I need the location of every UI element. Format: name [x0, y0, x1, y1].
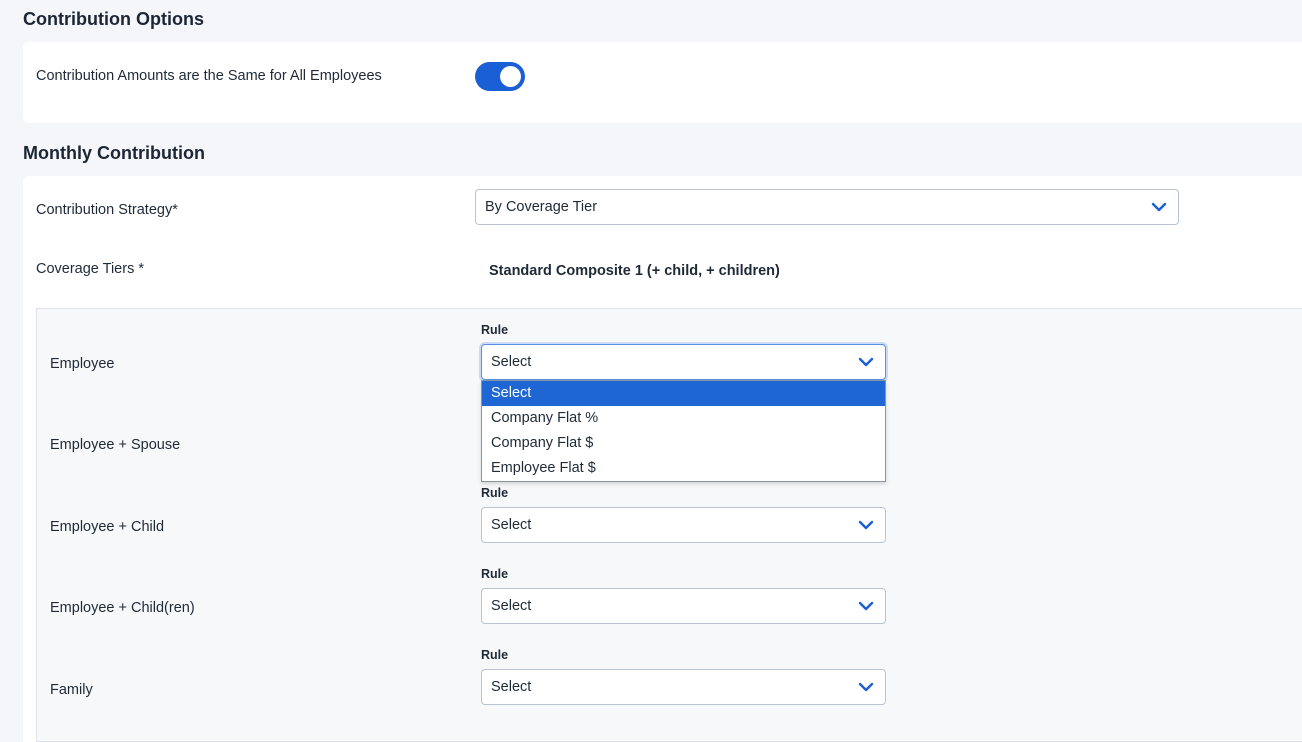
strategy-select-value: By Coverage Tier	[485, 199, 598, 215]
dropdown-option-employee-flat-dollar[interactable]: Employee Flat $	[482, 456, 885, 481]
dropdown-option-company-flat-dollar[interactable]: Company Flat $	[482, 431, 885, 456]
toggle-knob	[500, 66, 521, 87]
dropdown-option-select[interactable]: Select	[482, 381, 885, 406]
rule-select-employee-child-value: Select	[491, 517, 532, 533]
same-amounts-toggle[interactable]	[475, 62, 525, 91]
rule-select-employee-child[interactable]: Select	[481, 507, 886, 543]
monthly-contribution-title: Monthly Contribution	[23, 143, 205, 163]
rule-select-employee-children[interactable]: Select	[481, 588, 886, 624]
chevron-down-icon	[858, 601, 874, 611]
contribution-options-title: Contribution Options	[23, 9, 204, 29]
tier-name-family: Family	[50, 682, 93, 698]
strategy-label: Contribution Strategy*	[36, 202, 178, 218]
chevron-down-icon	[858, 682, 874, 692]
rule-label-family: Rule	[481, 648, 509, 662]
tier-name-employee: Employee	[50, 356, 115, 372]
strategy-select[interactable]: By Coverage Tier	[475, 189, 1179, 225]
rule-select-family[interactable]: Select	[481, 669, 886, 705]
contribution-settings-page: Contribution Options Contribution Amount…	[0, 0, 1302, 742]
dropdown-option-company-flat-percent[interactable]: Company Flat %	[482, 406, 885, 431]
coverage-tiers-label: Coverage Tiers *	[36, 261, 144, 277]
tier-name-employee-child: Employee + Child	[50, 519, 165, 535]
same-amounts-label: Contribution Amounts are the Same for Al…	[36, 68, 382, 84]
rule-select-family-value: Select	[491, 679, 532, 695]
chevron-down-icon	[858, 357, 874, 367]
coverage-tiers-value: Standard Composite 1 (+ child, + childre…	[489, 263, 780, 279]
rule-dropdown-list: Select Company Flat % Company Flat $ Emp…	[481, 380, 886, 482]
rule-label-employee-child: Rule	[481, 486, 509, 500]
tier-name-employee-spouse: Employee + Spouse	[50, 437, 181, 453]
rule-select-employee-value: Select	[491, 354, 532, 370]
tier-name-employee-children: Employee + Child(ren)	[50, 600, 195, 616]
rule-label-employee: Rule	[481, 323, 509, 337]
chevron-down-icon	[1151, 202, 1167, 212]
chevron-down-icon	[858, 520, 874, 530]
rule-select-employee-children-value: Select	[491, 598, 532, 614]
rule-label-employee-children: Rule	[481, 567, 509, 581]
contribution-options-card: Contribution Amounts are the Same for Al…	[23, 42, 1302, 123]
rule-select-employee[interactable]: Select	[481, 344, 886, 380]
